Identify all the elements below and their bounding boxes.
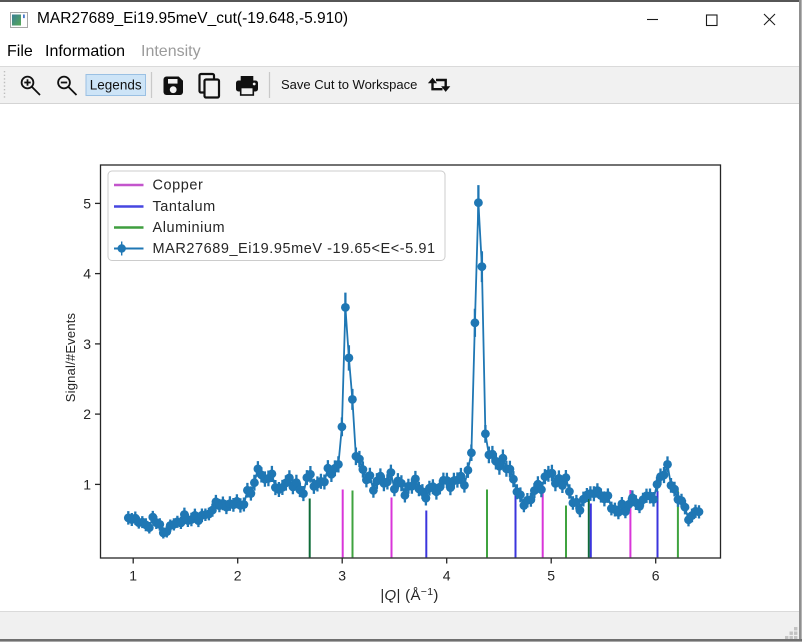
svg-text:Copper: Copper	[153, 178, 204, 194]
svg-text:3: 3	[83, 336, 91, 352]
svg-text:5: 5	[83, 195, 91, 211]
svg-text:Legends: Legends	[90, 78, 142, 93]
svg-text:3: 3	[338, 568, 346, 584]
svg-text:4: 4	[443, 568, 451, 584]
svg-text:Aluminium: Aluminium	[153, 220, 226, 236]
svg-text:Save Cut to Workspace: Save Cut to Workspace	[281, 77, 417, 92]
svg-text:MAR27689_Ei19.95meV -19.65<E<-: MAR27689_Ei19.95meV -19.65<E<-5.91	[153, 241, 436, 257]
svg-text:1: 1	[83, 476, 91, 492]
svg-text:2: 2	[83, 406, 91, 422]
svg-text:6: 6	[652, 568, 660, 584]
svg-text:Tantalum: Tantalum	[153, 199, 216, 215]
svg-text:2: 2	[234, 568, 242, 584]
svg-text:4: 4	[83, 266, 91, 282]
svg-text:5: 5	[547, 568, 555, 584]
svg-text:1: 1	[129, 568, 137, 584]
svg-text:Signal/#Events: Signal/#Events	[63, 312, 78, 402]
